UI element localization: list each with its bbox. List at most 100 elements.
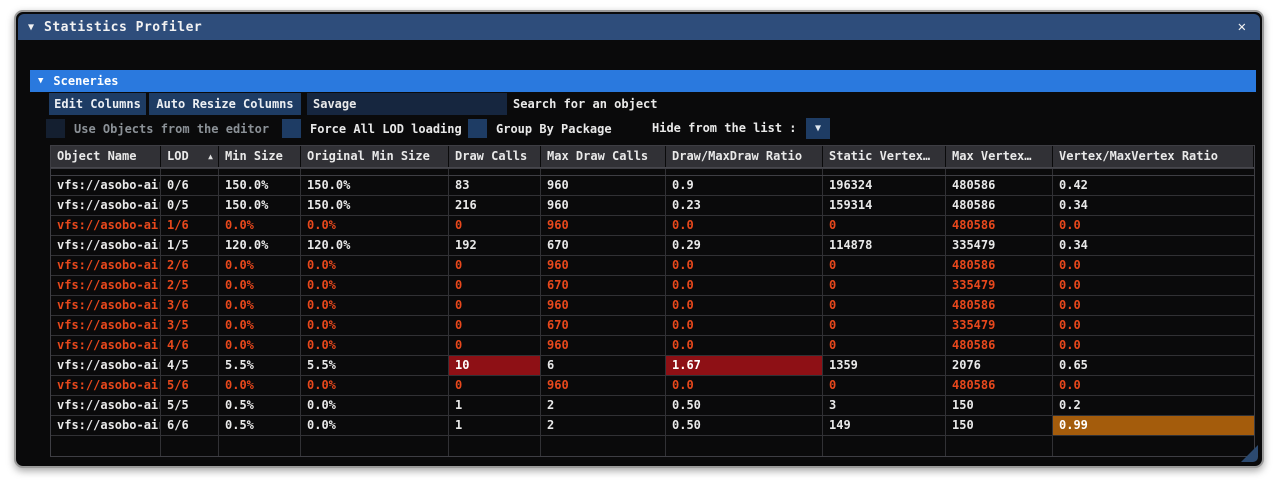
cell-vratio: 0.0 (1059, 278, 1081, 292)
force-lod-checkbox[interactable] (282, 119, 301, 138)
cell-dratio: 0.50 (666, 396, 823, 415)
cell-maxdraw: 2 (541, 396, 666, 415)
cell-min: 0.0% (219, 376, 301, 395)
auto-resize-columns-button[interactable]: Auto Resize Columns (149, 93, 301, 115)
cell-lod: 6/6 (161, 416, 219, 435)
cell-draw: 216 (449, 196, 541, 215)
column-header-maxdraw[interactable]: Max Draw Calls (541, 146, 666, 167)
table-row[interactable]: vfs://asobo-air 2/6 0.0% 0.0% 0 960 0.0 0 480586… (51, 256, 1254, 276)
window-titlebar[interactable]: ▼ Statistics Profiler ✕ (18, 14, 1260, 40)
cell-name: vfs://asobo-air (51, 216, 161, 235)
cell-min: 0.0% (219, 316, 301, 335)
cell-orig: 0.0% (301, 376, 449, 395)
edit-columns-button[interactable]: Edit Columns (49, 93, 146, 115)
table-row[interactable]: vfs://asobo-air 6/6 0.5% 0.0% 1 2 0.50 149 150 0.… (51, 416, 1254, 436)
use-objects-checkbox[interactable] (46, 119, 65, 138)
column-header-name[interactable]: Object Name (51, 146, 161, 167)
cell-vratio: 0.34 (1059, 198, 1088, 212)
cell-orig: 0.0% (301, 396, 449, 415)
column-header-dratio[interactable]: Draw/MaxDraw Ratio (666, 146, 823, 167)
cell-min: 0.0% (219, 256, 301, 275)
force-lod-option: Force All LOD loading (282, 118, 462, 139)
cell-draw: 0 (449, 256, 541, 275)
cell-maxdraw: 960 (541, 216, 666, 235)
collapse-arrow-icon[interactable]: ▼ (38, 76, 43, 86)
resize-grip[interactable] (1241, 445, 1258, 462)
cell-min: 5.5% (219, 356, 301, 375)
table-row[interactable]: vfs://asobo-air 3/5 0.0% 0.0% 0 670 0.0 0 335479… (51, 316, 1254, 336)
sceneries-panel-header[interactable]: ▼ Sceneries (30, 70, 1256, 92)
column-header-min[interactable]: Min Size (219, 146, 301, 167)
table-header-row: Object Name LOD ▲ Min Size Original Min Size… (51, 146, 1254, 168)
cell-lod: 3/6 (161, 296, 219, 315)
table-row[interactable]: vfs://asobo-air 0/6 150.0% 150.0% 83 960 0.9 19… (51, 176, 1254, 196)
cell-mvert: 480586 (946, 256, 1053, 275)
cell-dratio: 0.0 (666, 296, 823, 315)
collapse-arrow-icon[interactable]: ▼ (28, 22, 34, 33)
cell-draw: 0 (449, 316, 541, 335)
cell-dratio: 0.0 (666, 336, 823, 355)
cell-mvert: 480586 (946, 176, 1053, 195)
cell-svert: 149 (823, 416, 946, 435)
cell-maxdraw: 670 (541, 236, 666, 255)
cell-lod: 2/5 (161, 276, 219, 295)
cell-vratio: 0.0 (1059, 298, 1081, 312)
cell-orig: 0.0% (301, 316, 449, 335)
table-row[interactable]: vfs://asobo-air 5/6 0.0% 0.0% 0 960 0.0 0 480586… (51, 376, 1254, 396)
cell-svert: 0 (823, 296, 946, 315)
column-header-orig[interactable]: Original Min Size (301, 146, 449, 167)
cell-orig: 0.0% (301, 416, 449, 435)
table-row[interactable]: vfs://asobo-air 1/5 120.0% 120.0% 192 670 0.29… (51, 236, 1254, 256)
window-title: Statistics Profiler (44, 19, 203, 35)
cell-svert: 159314 (823, 196, 946, 215)
hide-from-list-dropdown[interactable]: ▼ (806, 118, 830, 139)
cell-vratio: 0.99 (1053, 416, 1254, 435)
cell-orig: 0.0% (301, 256, 449, 275)
table-empty-row (51, 436, 1254, 456)
column-header-vratio[interactable]: Vertex/MaxVertex Ratio (1053, 146, 1254, 167)
cell-mvert: 335479 (946, 276, 1053, 295)
table-row[interactable]: vfs://asobo-air 0/5 150.0% 150.0% 216 960 0.23… (51, 196, 1254, 216)
options-row: Use Objects from the editor Force All LO… (16, 118, 1262, 139)
cell-draw: 192 (449, 236, 541, 255)
cell-svert: 114878 (823, 236, 946, 255)
cell-maxdraw: 6 (541, 356, 666, 375)
table-row[interactable]: vfs://asobo-air 3/6 0.0% 0.0% 0 960 0.0 0 480586… (51, 296, 1254, 316)
cell-dratio: 0.0 (666, 256, 823, 275)
cell-dratio: 0.9 (666, 176, 823, 195)
close-icon[interactable]: ✕ (1234, 19, 1250, 35)
column-header-svert[interactable]: Static Vertex… (823, 146, 946, 167)
cell-orig: 0.0% (301, 336, 449, 355)
cell-draw: 1 (449, 416, 541, 435)
sort-ascending-icon: ▲ (208, 152, 213, 161)
column-header-mvert[interactable]: Max Vertex… (946, 146, 1053, 167)
group-by-package-option: Group By Package (468, 118, 612, 139)
group-by-package-checkbox[interactable] (468, 119, 487, 138)
cell-name: vfs://asobo-air (51, 336, 161, 355)
cell-orig: 150.0% (301, 196, 449, 215)
group-by-package-label: Group By Package (496, 121, 612, 136)
cell-svert: 0 (823, 256, 946, 275)
cell-dratio: 0.0 (666, 216, 823, 235)
table-row[interactable]: vfs://asobo-air 4/6 0.0% 0.0% 0 960 0.0 0 480586… (51, 336, 1254, 356)
cell-mvert: 2076 (946, 356, 1053, 375)
cell-mvert: 480586 (946, 216, 1053, 235)
table-row[interactable]: vfs://asobo-air 1/6 0.0% 0.0% 0 960 0.0 0 480586… (51, 216, 1254, 236)
cell-name: vfs://asobo-air (51, 276, 161, 295)
object-search-input[interactable] (307, 93, 507, 115)
table-row[interactable]: vfs://asobo-air 5/5 0.5% 0.0% 1 2 0.50 3 150 0.2 (51, 396, 1254, 416)
table-row[interactable]: vfs://asobo-air 4/5 5.5% 5.5% 10 6 1.67 1359 207… (51, 356, 1254, 376)
cell-draw: 0 (449, 296, 541, 315)
cell-vratio: 0.42 (1059, 178, 1088, 192)
panel-title: Sceneries (53, 74, 119, 88)
column-header-draw[interactable]: Draw Calls (449, 146, 541, 167)
cell-draw: 0 (449, 336, 541, 355)
table-row[interactable]: vfs://asobo-air 2/5 0.0% 0.0% 0 670 0.0 0 335479… (51, 276, 1254, 296)
cell-vratio: 0.0 (1059, 338, 1081, 352)
cell-name: vfs://asobo-air (51, 196, 161, 215)
cell-svert: 0 (823, 276, 946, 295)
cell-mvert: 480586 (946, 336, 1053, 355)
column-header-lod[interactable]: LOD ▲ (161, 146, 219, 167)
cell-dratio: 1.67 (666, 356, 823, 375)
cell-mvert: 480586 (946, 196, 1053, 215)
